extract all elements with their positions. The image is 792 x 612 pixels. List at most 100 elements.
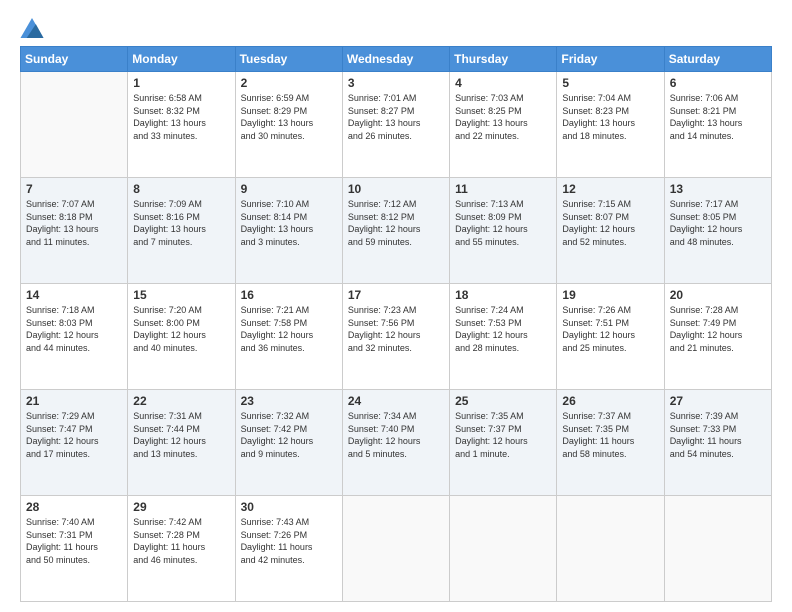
calendar-week-row: 14Sunrise: 7:18 AM Sunset: 8:03 PM Dayli… — [21, 284, 772, 390]
day-info: Sunrise: 7:31 AM Sunset: 7:44 PM Dayligh… — [133, 410, 229, 460]
day-number: 8 — [133, 182, 229, 196]
calendar-cell — [664, 496, 771, 602]
day-info: Sunrise: 7:39 AM Sunset: 7:33 PM Dayligh… — [670, 410, 766, 460]
day-number: 6 — [670, 76, 766, 90]
day-number: 19 — [562, 288, 658, 302]
calendar-cell: 22 Sunrise: 7:31 AM Sunset: 7:44 PM Dayli… — [128, 390, 235, 496]
day-info: Sunrise: 7:43 AM Sunset: 7:26 PM Dayligh… — [241, 516, 337, 566]
calendar-cell: 30 Sunrise: 7:43 AM Sunset: 7:26 PM Dayli… — [235, 496, 342, 602]
calendar-cell: 24 Sunrise: 7:34 AM Sunset: 7:40 PM Dayli… — [342, 390, 449, 496]
calendar-cell: 23Sunrise: 7:32 AM Sunset: 7:42 PM Dayli… — [235, 390, 342, 496]
day-number: 5 — [562, 76, 658, 90]
day-number: 24 — [348, 394, 444, 408]
day-info: Sunrise: 7:20 AM Sunset: 8:00 PM Dayligh… — [133, 304, 229, 354]
calendar-cell: 28Sunrise: 7:40 AM Sunset: 7:31 PM Dayli… — [21, 496, 128, 602]
calendar-week-row: 7 Sunrise: 7:07 AM Sunset: 8:18 PM Daylig… — [21, 178, 772, 284]
calendar-cell — [342, 496, 449, 602]
calendar-cell: 12Sunrise: 7:15 AM Sunset: 8:07 PM Dayli… — [557, 178, 664, 284]
calendar-week-row: 1 Sunrise: 6:58 AM Sunset: 8:32 PM Daylig… — [21, 72, 772, 178]
day-info: Sunrise: 6:58 AM Sunset: 8:32 PM Dayligh… — [133, 92, 229, 142]
weekday-header-thursday: Thursday — [450, 47, 557, 72]
day-info: Sunrise: 7:40 AM Sunset: 7:31 PM Dayligh… — [26, 516, 122, 566]
calendar-cell — [557, 496, 664, 602]
logo — [20, 18, 48, 38]
calendar-cell: 11 Sunrise: 7:13 AM Sunset: 8:09 PM Dayli… — [450, 178, 557, 284]
day-number: 16 — [241, 288, 337, 302]
calendar-cell: 13Sunrise: 7:17 AM Sunset: 8:05 PM Dayli… — [664, 178, 771, 284]
calendar-week-row: 21 Sunrise: 7:29 AM Sunset: 7:47 PM Dayli… — [21, 390, 772, 496]
day-number: 23 — [241, 394, 337, 408]
calendar-cell: 2 Sunrise: 6:59 AM Sunset: 8:29 PM Daylig… — [235, 72, 342, 178]
day-number: 1 — [133, 76, 229, 90]
day-number: 11 — [455, 182, 551, 196]
calendar-cell — [21, 72, 128, 178]
day-number: 21 — [26, 394, 122, 408]
calendar-cell: 21 Sunrise: 7:29 AM Sunset: 7:47 PM Dayli… — [21, 390, 128, 496]
day-info: Sunrise: 7:09 AM Sunset: 8:16 PM Dayligh… — [133, 198, 229, 248]
calendar-cell: 9Sunrise: 7:10 AM Sunset: 8:14 PM Daylig… — [235, 178, 342, 284]
calendar-week-row: 28Sunrise: 7:40 AM Sunset: 7:31 PM Dayli… — [21, 496, 772, 602]
day-number: 17 — [348, 288, 444, 302]
calendar-cell: 18Sunrise: 7:24 AM Sunset: 7:53 PM Dayli… — [450, 284, 557, 390]
day-info: Sunrise: 7:13 AM Sunset: 8:09 PM Dayligh… — [455, 198, 551, 248]
day-info: Sunrise: 7:23 AM Sunset: 7:56 PM Dayligh… — [348, 304, 444, 354]
calendar-cell: 25 Sunrise: 7:35 AM Sunset: 7:37 PM Dayli… — [450, 390, 557, 496]
calendar-cell: 17 Sunrise: 7:23 AM Sunset: 7:56 PM Dayli… — [342, 284, 449, 390]
calendar-cell: 20Sunrise: 7:28 AM Sunset: 7:49 PM Dayli… — [664, 284, 771, 390]
day-info: Sunrise: 7:07 AM Sunset: 8:18 PM Dayligh… — [26, 198, 122, 248]
day-number: 3 — [348, 76, 444, 90]
day-number: 14 — [26, 288, 122, 302]
day-info: Sunrise: 7:12 AM Sunset: 8:12 PM Dayligh… — [348, 198, 444, 248]
calendar-cell: 19 Sunrise: 7:26 AM Sunset: 7:51 PM Dayli… — [557, 284, 664, 390]
day-info: Sunrise: 7:15 AM Sunset: 8:07 PM Dayligh… — [562, 198, 658, 248]
day-number: 7 — [26, 182, 122, 196]
day-number: 27 — [670, 394, 766, 408]
calendar-cell: 29 Sunrise: 7:42 AM Sunset: 7:28 PM Dayli… — [128, 496, 235, 602]
day-info: Sunrise: 6:59 AM Sunset: 8:29 PM Dayligh… — [241, 92, 337, 142]
calendar-cell: 14Sunrise: 7:18 AM Sunset: 8:03 PM Dayli… — [21, 284, 128, 390]
logo-icon — [20, 18, 44, 38]
day-number: 30 — [241, 500, 337, 514]
calendar-cell: 27 Sunrise: 7:39 AM Sunset: 7:33 PM Dayli… — [664, 390, 771, 496]
day-info: Sunrise: 7:35 AM Sunset: 7:37 PM Dayligh… — [455, 410, 551, 460]
day-info: Sunrise: 7:29 AM Sunset: 7:47 PM Dayligh… — [26, 410, 122, 460]
calendar-cell — [450, 496, 557, 602]
day-info: Sunrise: 7:03 AM Sunset: 8:25 PM Dayligh… — [455, 92, 551, 142]
day-number: 10 — [348, 182, 444, 196]
weekday-header-sunday: Sunday — [21, 47, 128, 72]
day-number: 29 — [133, 500, 229, 514]
day-info: Sunrise: 7:37 AM Sunset: 7:35 PM Dayligh… — [562, 410, 658, 460]
calendar-cell: 6 Sunrise: 7:06 AM Sunset: 8:21 PM Daylig… — [664, 72, 771, 178]
calendar-cell: 15 Sunrise: 7:20 AM Sunset: 8:00 PM Dayli… — [128, 284, 235, 390]
day-info: Sunrise: 7:34 AM Sunset: 7:40 PM Dayligh… — [348, 410, 444, 460]
day-number: 9 — [241, 182, 337, 196]
calendar-cell: 10 Sunrise: 7:12 AM Sunset: 8:12 PM Dayli… — [342, 178, 449, 284]
calendar-cell: 8 Sunrise: 7:09 AM Sunset: 8:16 PM Daylig… — [128, 178, 235, 284]
day-number: 22 — [133, 394, 229, 408]
weekday-header-saturday: Saturday — [664, 47, 771, 72]
day-info: Sunrise: 7:06 AM Sunset: 8:21 PM Dayligh… — [670, 92, 766, 142]
day-info: Sunrise: 7:17 AM Sunset: 8:05 PM Dayligh… — [670, 198, 766, 248]
weekday-header-wednesday: Wednesday — [342, 47, 449, 72]
calendar-table: SundayMondayTuesdayWednesdayThursdayFrid… — [20, 46, 772, 602]
day-number: 26 — [562, 394, 658, 408]
day-info: Sunrise: 7:42 AM Sunset: 7:28 PM Dayligh… — [133, 516, 229, 566]
calendar-cell: 4 Sunrise: 7:03 AM Sunset: 8:25 PM Daylig… — [450, 72, 557, 178]
weekday-header-tuesday: Tuesday — [235, 47, 342, 72]
day-number: 15 — [133, 288, 229, 302]
calendar-header-row: SundayMondayTuesdayWednesdayThursdayFrid… — [21, 47, 772, 72]
weekday-header-friday: Friday — [557, 47, 664, 72]
day-number: 25 — [455, 394, 551, 408]
day-number: 4 — [455, 76, 551, 90]
day-info: Sunrise: 7:04 AM Sunset: 8:23 PM Dayligh… — [562, 92, 658, 142]
day-info: Sunrise: 7:24 AM Sunset: 7:53 PM Dayligh… — [455, 304, 551, 354]
calendar-cell: 1 Sunrise: 6:58 AM Sunset: 8:32 PM Daylig… — [128, 72, 235, 178]
calendar-cell: 3Sunrise: 7:01 AM Sunset: 8:27 PM Daylig… — [342, 72, 449, 178]
calendar-cell: 16Sunrise: 7:21 AM Sunset: 7:58 PM Dayli… — [235, 284, 342, 390]
calendar-cell: 7 Sunrise: 7:07 AM Sunset: 8:18 PM Daylig… — [21, 178, 128, 284]
day-number: 2 — [241, 76, 337, 90]
page-header — [20, 18, 772, 38]
day-info: Sunrise: 7:26 AM Sunset: 7:51 PM Dayligh… — [562, 304, 658, 354]
weekday-header-monday: Monday — [128, 47, 235, 72]
calendar-cell: 26 Sunrise: 7:37 AM Sunset: 7:35 PM Dayli… — [557, 390, 664, 496]
